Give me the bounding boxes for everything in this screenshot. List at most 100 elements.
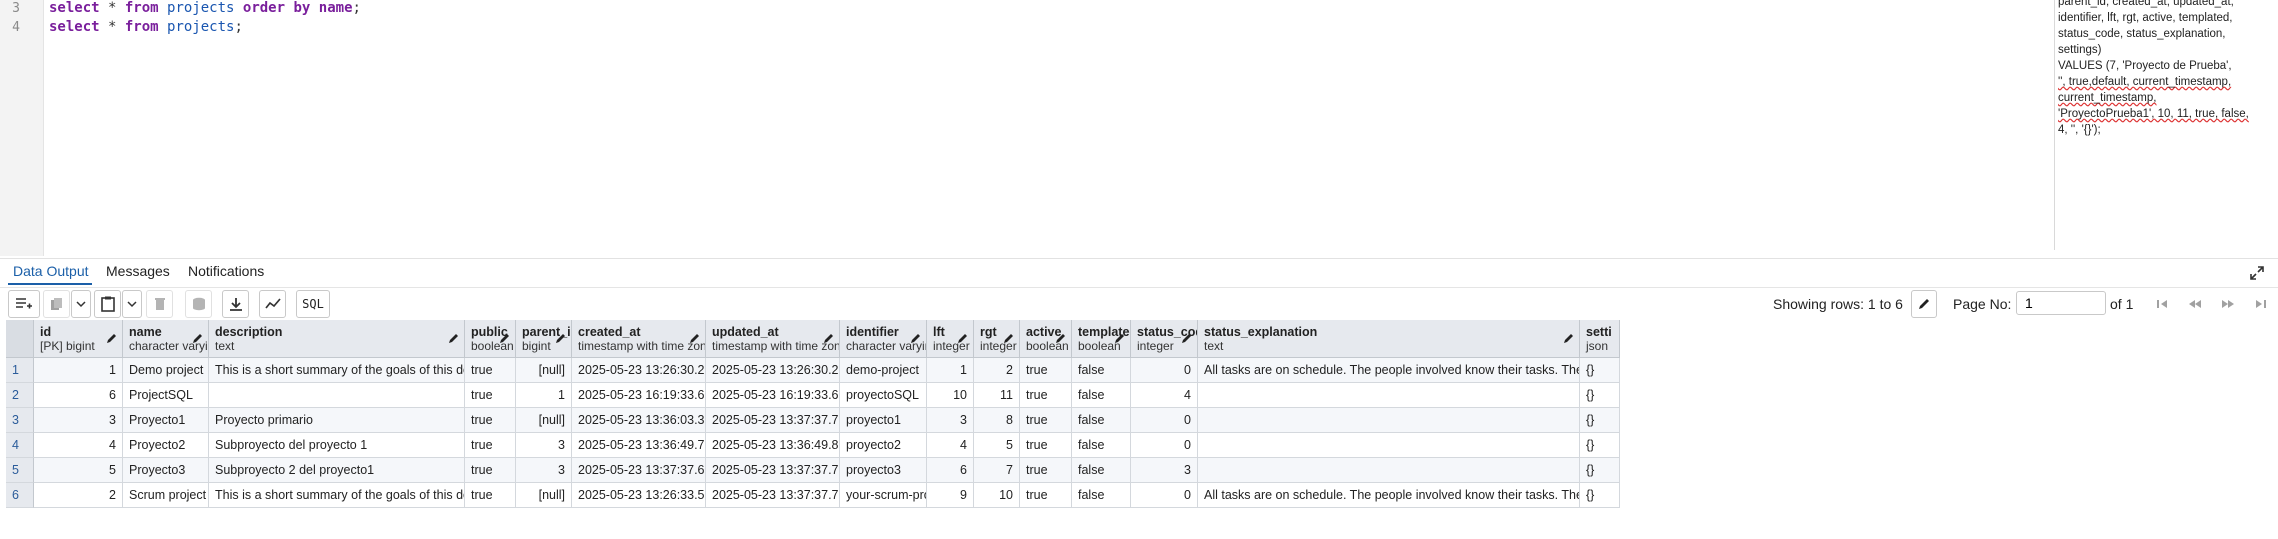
table-cell[interactable]: false (1072, 458, 1131, 483)
table-cell[interactable] (1198, 458, 1580, 483)
table-cell[interactable]: {} (1580, 408, 1620, 433)
row-number[interactable]: 6 (6, 483, 34, 508)
column-header-updated_at[interactable]: updated_at timestamp with time zone (706, 320, 840, 358)
table-cell[interactable]: {} (1580, 358, 1620, 383)
table-cell[interactable]: 1 (516, 383, 572, 408)
row-number[interactable]: 3 (6, 408, 34, 433)
first-page-button[interactable] (2147, 290, 2177, 318)
page-number-input[interactable] (2016, 291, 2106, 315)
pencil-icon[interactable] (957, 332, 969, 344)
table-cell[interactable]: Subproyecto 2 del proyecto1 (209, 458, 465, 483)
tab-notifications[interactable]: Notifications (188, 263, 264, 279)
column-header-status_explanation[interactable]: status_explanation text (1198, 320, 1580, 358)
table-cell[interactable] (209, 383, 465, 408)
table-cell[interactable]: true (465, 433, 516, 458)
sql-button[interactable]: SQL (296, 290, 330, 318)
table-cell[interactable]: false (1072, 383, 1131, 408)
table-cell[interactable]: 0 (1131, 408, 1198, 433)
table-cell[interactable]: 2025-05-23 13:26:30.208941+00 (572, 358, 706, 383)
table-cell[interactable]: 3 (34, 408, 123, 433)
code-line[interactable]: select * from projects order by name; (49, 0, 361, 16)
table-cell[interactable] (1198, 383, 1580, 408)
column-header-rgt[interactable]: rgt integer (974, 320, 1020, 358)
copy-dropdown-button[interactable] (71, 290, 91, 318)
next-page-button[interactable] (2213, 290, 2243, 318)
table-cell[interactable]: This is a short summary of the goals of … (209, 483, 465, 508)
column-header-description[interactable]: description text (209, 320, 465, 358)
table-cell[interactable]: 6 (927, 458, 974, 483)
column-header-templated[interactable]: templatedboolean (1072, 320, 1131, 358)
table-cell[interactable]: proyecto1 (840, 408, 927, 433)
table-cell[interactable]: [null] (516, 483, 572, 508)
table-cell[interactable]: proyecto2 (840, 433, 927, 458)
column-header-name[interactable]: namecharacter varying (123, 320, 209, 358)
table-cell[interactable]: 5 (974, 433, 1020, 458)
table-cell[interactable]: 3 (516, 458, 572, 483)
pencil-icon[interactable] (448, 332, 460, 344)
table-cell[interactable]: proyectoSQL (840, 383, 927, 408)
column-header-public[interactable]: public boolean (465, 320, 516, 358)
table-cell[interactable]: 1 (927, 358, 974, 383)
table-cell[interactable]: 5 (34, 458, 123, 483)
save-data-button[interactable] (185, 290, 212, 318)
table-cell[interactable]: 9 (927, 483, 974, 508)
table-cell[interactable]: 1 (34, 358, 123, 383)
table-cell[interactable]: true (465, 483, 516, 508)
table-cell[interactable]: false (1072, 483, 1131, 508)
table-cell[interactable]: [null] (516, 408, 572, 433)
table-cell[interactable]: 3 (516, 433, 572, 458)
pencil-icon[interactable] (555, 332, 567, 344)
table-cell[interactable]: true (1020, 383, 1072, 408)
table-cell[interactable]: {} (1580, 483, 1620, 508)
table-cell[interactable]: 2 (974, 358, 1020, 383)
pencil-icon[interactable] (1563, 332, 1575, 344)
table-cell[interactable]: 0 (1131, 358, 1198, 383)
row-number[interactable]: 4 (6, 433, 34, 458)
table-cell[interactable]: This is a short summary of the goals of … (209, 358, 465, 383)
table-cell[interactable]: your-scrum-project (840, 483, 927, 508)
table-cell[interactable]: 2025-05-23 13:36:49.769046+00 (572, 433, 706, 458)
table-cell[interactable]: true (1020, 458, 1072, 483)
add-row-button[interactable] (8, 290, 40, 318)
table-cell[interactable]: 3 (927, 408, 974, 433)
table-cell[interactable]: {} (1580, 433, 1620, 458)
table-cell[interactable]: Proyecto2 (123, 433, 209, 458)
column-header-active[interactable]: active boolean (1020, 320, 1072, 358)
code-line[interactable]: select * from projects; (49, 19, 243, 35)
table-cell[interactable]: true (465, 358, 516, 383)
table-cell[interactable]: true (1020, 433, 1072, 458)
copy-button[interactable] (43, 290, 70, 318)
table-cell[interactable]: 4 (927, 433, 974, 458)
tab-data-output[interactable]: Data Output (13, 263, 89, 279)
table-cell[interactable]: 4 (1131, 383, 1198, 408)
table-cell[interactable]: 4 (34, 433, 123, 458)
table-cell[interactable]: 2025-05-23 13:26:33.575904+00 (572, 483, 706, 508)
table-cell[interactable]: Proyecto primario (209, 408, 465, 433)
table-cell[interactable]: 2025-05-23 13:36:49.827949+00 (706, 433, 840, 458)
download-button[interactable] (222, 290, 249, 318)
table-cell[interactable]: {} (1580, 383, 1620, 408)
table-cell[interactable]: 0 (1131, 433, 1198, 458)
table-cell[interactable]: Subproyecto del proyecto 1 (209, 433, 465, 458)
sql-editor[interactable]: 3 4 select * from projects order by name… (0, 0, 2278, 256)
column-header-lft[interactable]: lft integer (927, 320, 974, 358)
table-cell[interactable]: 7 (974, 458, 1020, 483)
table-cell[interactable]: 3 (1131, 458, 1198, 483)
table-cell[interactable]: 2025-05-23 16:19:33.659496+00 (572, 383, 706, 408)
table-cell[interactable]: 10 (974, 483, 1020, 508)
pencil-icon[interactable] (192, 332, 204, 344)
pencil-icon[interactable] (1003, 332, 1015, 344)
table-cell[interactable]: true (1020, 483, 1072, 508)
table-cell[interactable]: 10 (927, 383, 974, 408)
column-header-setti[interactable]: setti json (1580, 320, 1620, 358)
table-cell[interactable]: 8 (974, 408, 1020, 433)
last-page-button[interactable] (2246, 290, 2276, 318)
pencil-icon[interactable] (1055, 332, 1067, 344)
row-number[interactable]: 1 (6, 358, 34, 383)
column-header-created_at[interactable]: created_at timestamp with time zone (572, 320, 706, 358)
table-cell[interactable]: 2025-05-23 13:36:03.308516+00 (572, 408, 706, 433)
pencil-icon[interactable] (689, 332, 701, 344)
paste-dropdown-button[interactable] (122, 290, 142, 318)
table-cell[interactable]: 0 (1131, 483, 1198, 508)
paste-button[interactable] (94, 290, 121, 318)
